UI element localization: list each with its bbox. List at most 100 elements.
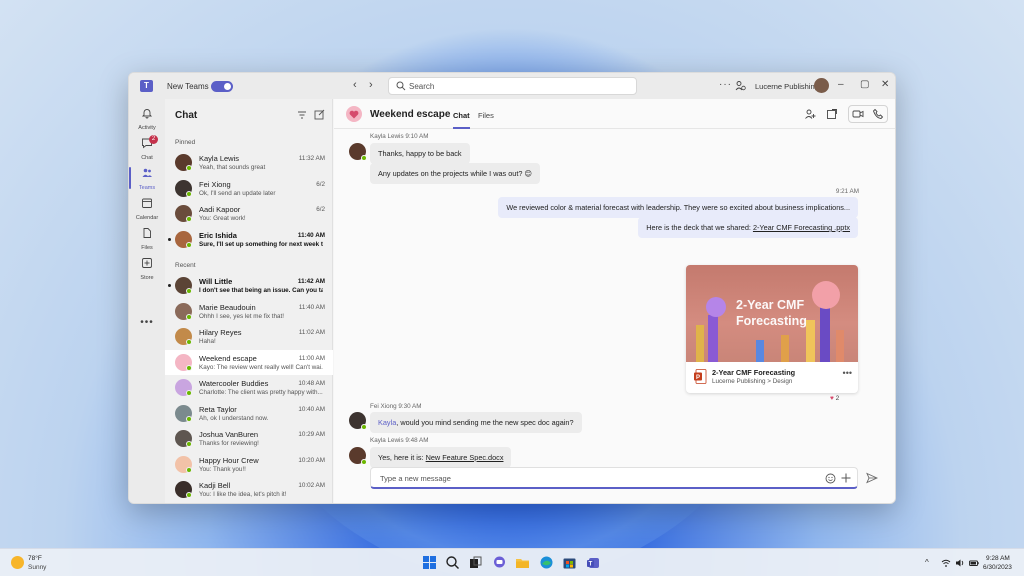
presence-icon xyxy=(186,165,192,171)
chat-time: 10:20 AM xyxy=(298,456,325,464)
message-text: Here is the deck that we shared: xyxy=(646,223,753,232)
chat-name: Reta Taylor xyxy=(199,404,237,414)
presence-icon xyxy=(186,441,192,447)
taskbar: 78°F Sunny T ^ 9:28 AM 6/30/2023 xyxy=(0,548,1024,576)
rail-label-calendar: Calendar xyxy=(135,215,159,221)
chat-list-pane: Chat Pinned Kayla Lewis Yeah, that sounds… xyxy=(165,99,333,503)
chat-preview: Ok, I'll send an update later xyxy=(199,189,276,197)
rail-label-chat: Chat xyxy=(141,155,153,161)
battery-icon[interactable] xyxy=(969,558,979,568)
tab-files[interactable]: Files xyxy=(478,111,494,120)
teams-icon xyxy=(142,168,152,177)
chat-time: 11:42 AM xyxy=(297,278,325,285)
message-bubble-mine: Here is the deck that we shared: 2-Year … xyxy=(638,217,858,238)
edge-icon[interactable] xyxy=(539,555,554,570)
chat-time: 11:40 AM xyxy=(298,303,325,311)
chat-list-item[interactable]: Happy Hour Crew You: Thank you!! 10:20 AM xyxy=(165,452,333,477)
wifi-icon[interactable] xyxy=(941,558,951,568)
profile-avatar[interactable] xyxy=(814,78,829,93)
chat-list-item[interactable]: Fei Xiong Ok, I'll send an update later 6/… xyxy=(165,176,333,201)
rail-label-files: Files xyxy=(141,245,153,251)
chat-name: Weekend escape xyxy=(199,353,257,363)
conversation-title: Weekend escape xyxy=(370,109,451,120)
send-icon[interactable] xyxy=(866,472,878,484)
windows-start-icon[interactable] xyxy=(422,555,437,570)
presence-icon xyxy=(186,216,192,222)
file-link[interactable]: New Feature Spec.docx xyxy=(426,453,504,462)
new-teams-toggle[interactable] xyxy=(211,81,233,92)
chat-name: Eric Ishida xyxy=(199,230,237,240)
chat-list-item[interactable]: Kayla Lewis Yeah, that sounds great 11:32 … xyxy=(165,150,333,175)
more-options-icon[interactable]: ··· xyxy=(719,79,732,90)
sender-avatar[interactable] xyxy=(349,447,367,465)
sender-avatar[interactable] xyxy=(349,143,367,161)
heart-reaction[interactable]: ♥ 2 xyxy=(830,395,839,402)
minimize-icon[interactable]: – xyxy=(838,79,844,90)
mention[interactable]: Kayla xyxy=(378,418,396,427)
message-bubble: Thanks, happy to be back xyxy=(370,143,470,164)
task-view-icon[interactable] xyxy=(468,555,483,570)
chat-list-item[interactable]: Kadji Bell You: I like the idea, let's pi… xyxy=(165,477,333,502)
chat-preview: You: I like the idea, let's pitch it! xyxy=(199,491,287,498)
message-text: , would you mind sending me the new spec… xyxy=(396,418,574,427)
chat-list-item[interactable]: Aadi Kapoor You: Great work! 6/2 xyxy=(165,201,333,226)
back-arrow-icon[interactable]: ‹ xyxy=(353,79,357,91)
plus-icon[interactable] xyxy=(840,472,852,484)
filter-icon[interactable] xyxy=(297,110,307,120)
chat-list-item[interactable]: Weekend escape Kayo: The review went real… xyxy=(165,349,333,375)
clock-time: 9:28 AM xyxy=(986,555,1010,562)
message-bubble: Kayla, would you mind sending me the new… xyxy=(370,412,582,433)
file-link[interactable]: 2-Year CMF Forecasting .pptx xyxy=(753,223,850,232)
rail-item-calendar[interactable]: Calendar xyxy=(129,195,165,223)
volume-icon[interactable] xyxy=(955,558,965,568)
chat-time: 11:02 AM xyxy=(298,329,325,336)
rail-label-teams: Teams xyxy=(138,185,156,191)
search-input[interactable]: Search xyxy=(388,77,637,95)
maximize-icon[interactable]: ▢ xyxy=(860,79,869,90)
compose-box[interactable]: Type a new message xyxy=(370,467,858,489)
chat-name: Watercooler Buddies xyxy=(199,379,269,388)
chat-preview: Ah, ok I understand now. xyxy=(199,414,269,422)
message-meta: Fei Xiong 9:30 AM xyxy=(370,403,422,410)
weather-condition: Sunny xyxy=(28,564,47,571)
tab-chat[interactable]: Chat xyxy=(453,111,470,129)
add-people-icon[interactable] xyxy=(804,108,816,120)
chat-list-item[interactable]: Marie Beaudouin Ohhh I see, yes let me fi… xyxy=(165,299,333,324)
chat-list-item[interactable]: Watercooler Buddies Charlotte: The client… xyxy=(165,375,333,400)
chat-list-item[interactable]: Joshua VanBuren Thanks for reviewing! 10:2… xyxy=(165,426,333,451)
rail-item-chat[interactable]: 2 Chat xyxy=(129,135,165,163)
bell-icon xyxy=(141,109,153,119)
rail-item-files[interactable]: Files xyxy=(129,225,165,253)
chat-icon[interactable] xyxy=(492,555,507,570)
file-preview-card[interactable]: 2-Year CMF Forecasting P 2-Year CMF Fore… xyxy=(686,265,858,393)
rail-item-store[interactable]: Store xyxy=(129,255,165,283)
card-location: Lucerne Publishing > Design xyxy=(712,378,793,385)
chat-list-item[interactable]: Will Little I don't see that being an iss… xyxy=(165,273,333,298)
search-icon[interactable] xyxy=(445,555,460,570)
more-apps-icon[interactable]: ••• xyxy=(129,317,165,328)
store-icon[interactable] xyxy=(562,555,577,570)
tray-chevron-icon[interactable]: ^ xyxy=(925,558,929,567)
file-explorer-icon[interactable] xyxy=(515,555,530,570)
organization-icon[interactable] xyxy=(735,80,746,91)
teams-icon[interactable]: T xyxy=(586,555,601,570)
chat-name: Happy Hour Crew xyxy=(199,455,259,465)
close-icon[interactable]: ✕ xyxy=(881,79,889,90)
card-more-icon[interactable]: ••• xyxy=(843,368,852,378)
new-chat-icon[interactable] xyxy=(314,109,325,120)
popout-icon[interactable] xyxy=(826,108,838,120)
rail-item-teams[interactable]: Teams xyxy=(129,165,165,193)
video-call-icon[interactable] xyxy=(852,108,864,120)
chat-list-item[interactable]: Eric Ishida Sure, I'll set up something f… xyxy=(165,227,333,252)
rail-item-activity[interactable]: Activity xyxy=(129,105,165,133)
phone-call-icon[interactable] xyxy=(872,108,884,120)
chat-list-item[interactable]: Hilary Reyes Haha! 11:02 AM xyxy=(165,324,333,349)
teams-window: T New Teams ‹ › Search ··· Lucerne Publi… xyxy=(128,72,896,504)
sun-icon[interactable] xyxy=(11,556,24,569)
sender-avatar[interactable] xyxy=(349,412,367,430)
emoji-icon[interactable] xyxy=(825,473,836,484)
search-icon xyxy=(396,81,406,91)
forward-arrow-icon[interactable]: › xyxy=(369,79,373,91)
chat-list-item[interactable]: Reta Taylor Ah, ok I understand now. 10:40… xyxy=(165,401,333,426)
message-bubble-mine: We reviewed color & material forecast wi… xyxy=(498,197,858,218)
